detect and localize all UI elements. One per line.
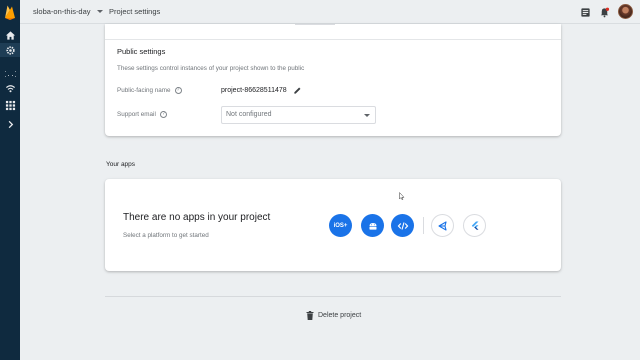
caret-down-icon (96, 10, 103, 13)
docs-icon[interactable] (579, 6, 591, 18)
support-email-select[interactable]: Not configured (221, 106, 376, 124)
public-settings-title: Public settings (117, 47, 166, 56)
dropdown-caret-icon (364, 114, 370, 117)
project-name: sloba-on-this-day (33, 7, 91, 16)
add-ios-app-button[interactable]: iOS+ (329, 214, 352, 237)
delete-project-button[interactable]: Delete project (306, 311, 361, 320)
ios-icon: iOS+ (333, 222, 348, 229)
android-icon (369, 222, 376, 230)
support-email-value: Not configured (226, 111, 272, 118)
no-apps-title: There are no apps in your project (123, 212, 271, 223)
add-unity-app-button[interactable] (431, 214, 454, 237)
firebase-logo-icon[interactable] (1, 3, 19, 21)
support-email-row-label: Support email ? (117, 111, 167, 118)
public-name-label: Public-facing name (117, 87, 171, 94)
public-settings-description: These settings control instances of your… (117, 65, 305, 72)
svg-text:{..}: {..} (5, 69, 16, 77)
card-stub-divider (295, 24, 335, 27)
top-bar: sloba-on-this-day Project settings (20, 0, 640, 24)
unity-icon (437, 220, 447, 231)
your-apps-card: There are no apps in your project Select… (105, 179, 561, 271)
public-name-value: project-86628511478 (221, 87, 287, 94)
delete-project-label: Delete project (318, 312, 362, 319)
user-avatar[interactable] (618, 4, 633, 19)
flutter-icon (471, 221, 478, 230)
help-icon[interactable]: ? (159, 111, 167, 118)
your-apps-heading: Your apps (106, 161, 136, 168)
realtime-wifi-icon[interactable] (2, 81, 18, 95)
platform-separator (423, 217, 424, 234)
public-name-value-row: project-86628511478 (221, 86, 302, 95)
breadcrumb: Project settings (109, 7, 161, 16)
settings-gear-icon[interactable] (0, 43, 20, 57)
edit-pencil-icon[interactable] (293, 86, 302, 95)
public-settings-card: Public settings These settings control i… (105, 24, 561, 136)
public-name-row-label: Public-facing name ? (117, 87, 182, 94)
web-code-icon (397, 221, 408, 230)
add-flutter-app-button[interactable] (463, 214, 486, 237)
expand-chevron-right-icon[interactable] (2, 117, 18, 131)
help-icon[interactable]: ? (174, 87, 182, 94)
add-web-app-button[interactable] (391, 214, 414, 237)
home-icon[interactable] (2, 28, 18, 42)
extensions-icon[interactable]: {..} (2, 66, 18, 80)
trash-icon (306, 311, 314, 320)
project-selector[interactable]: sloba-on-this-day (33, 7, 103, 16)
notifications-bell-icon[interactable] (598, 6, 610, 18)
left-nav-rail: {..} (0, 0, 20, 360)
section-divider (105, 39, 561, 40)
no-apps-subtitle: Select a platform to get started (123, 232, 209, 239)
all-products-grid-icon[interactable] (2, 98, 18, 112)
mouse-cursor-icon (399, 192, 405, 200)
delete-section-divider (105, 296, 561, 297)
add-android-app-button[interactable] (361, 214, 384, 237)
support-email-label: Support email (117, 111, 156, 118)
